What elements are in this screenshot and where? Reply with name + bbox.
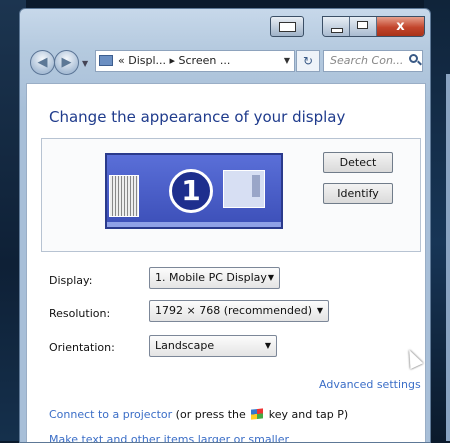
recent-pages-dropdown[interactable]: ▼ [82,59,88,68]
back-arrow-icon: ◀ [37,55,48,70]
forward-button[interactable]: ▶ [54,50,79,75]
connect-projector-link[interactable]: Connect to a projector [49,408,172,421]
orientation-select[interactable]: Landscape ▼ [149,335,277,357]
projector-text-pre: (or press the [172,408,250,421]
display-value: 1. Mobile PC Display [155,271,267,284]
forward-arrow-icon: ▶ [61,55,72,70]
monitor-1-preview[interactable]: 1 [105,153,283,229]
maximize-button[interactable] [350,17,377,36]
chevron-down-icon: ▼ [316,306,323,315]
display-select[interactable]: 1. Mobile PC Display ▼ [149,267,280,289]
refresh-icon: ↻ [302,54,314,68]
resolution-select[interactable]: 1792 × 768 (recommended) ▼ [149,300,329,322]
text-size-link[interactable]: Make text and other items larger or smal… [49,433,289,442]
identify-button[interactable]: Identify [323,183,393,204]
minimize-button[interactable] [323,17,350,36]
address-dropdown-icon[interactable]: ▼ [284,51,290,71]
projector-text-post: key and tap P) [265,408,349,421]
snap-button[interactable] [270,16,304,37]
chevron-down-icon: ▼ [264,341,271,350]
projector-instruction: Connect to a projector (or press the key… [49,408,348,421]
navigation-bar: ◀ ▶ ▼ « Displ... ▸ Screen ... ▼ ↻ Search… [20,47,430,77]
windows-logo-icon [251,408,264,420]
refresh-button[interactable]: ↻ [296,50,320,72]
maximize-icon [357,21,368,29]
page-title: Change the appearance of your display [49,108,346,126]
chevron-down-icon: ▼ [267,273,274,282]
search-placeholder: Search Con... [330,54,404,67]
breadcrumb[interactable]: « Displ... ▸ Screen ... [118,51,230,71]
control-panel-window: x ◀ ▶ ▼ « Displ... ▸ Screen ... ▼ ↻ Sear… [19,8,431,443]
detect-button[interactable]: Detect [323,152,393,173]
desktop-window-preview [223,170,265,208]
desktop-window-preview [109,175,139,217]
title-bar[interactable]: x [20,9,430,43]
caption-buttons: x [322,16,425,37]
control-panel-icon [99,55,113,66]
resolution-label: Resolution: [49,307,111,320]
display-label: Display: [49,274,93,287]
main-content: Change the appearance of your display 1 … [26,83,426,442]
advanced-settings-link[interactable]: Advanced settings [319,378,421,391]
search-icon[interactable] [409,54,418,63]
taskbar-preview [107,222,281,227]
minimize-icon [331,28,343,33]
window-tile-icon [279,22,296,32]
resolution-value: 1792 × 768 (recommended) [155,304,313,317]
orientation-value: Landscape [155,339,215,352]
close-button[interactable]: x [377,17,424,36]
monitor-number-badge: 1 [169,169,213,213]
back-button[interactable]: ◀ [30,50,55,75]
search-input[interactable]: Search Con... [323,50,423,72]
desktop-edge [446,74,450,441]
orientation-label: Orientation: [49,341,115,354]
address-bar[interactable]: « Displ... ▸ Screen ... ▼ [95,50,295,72]
